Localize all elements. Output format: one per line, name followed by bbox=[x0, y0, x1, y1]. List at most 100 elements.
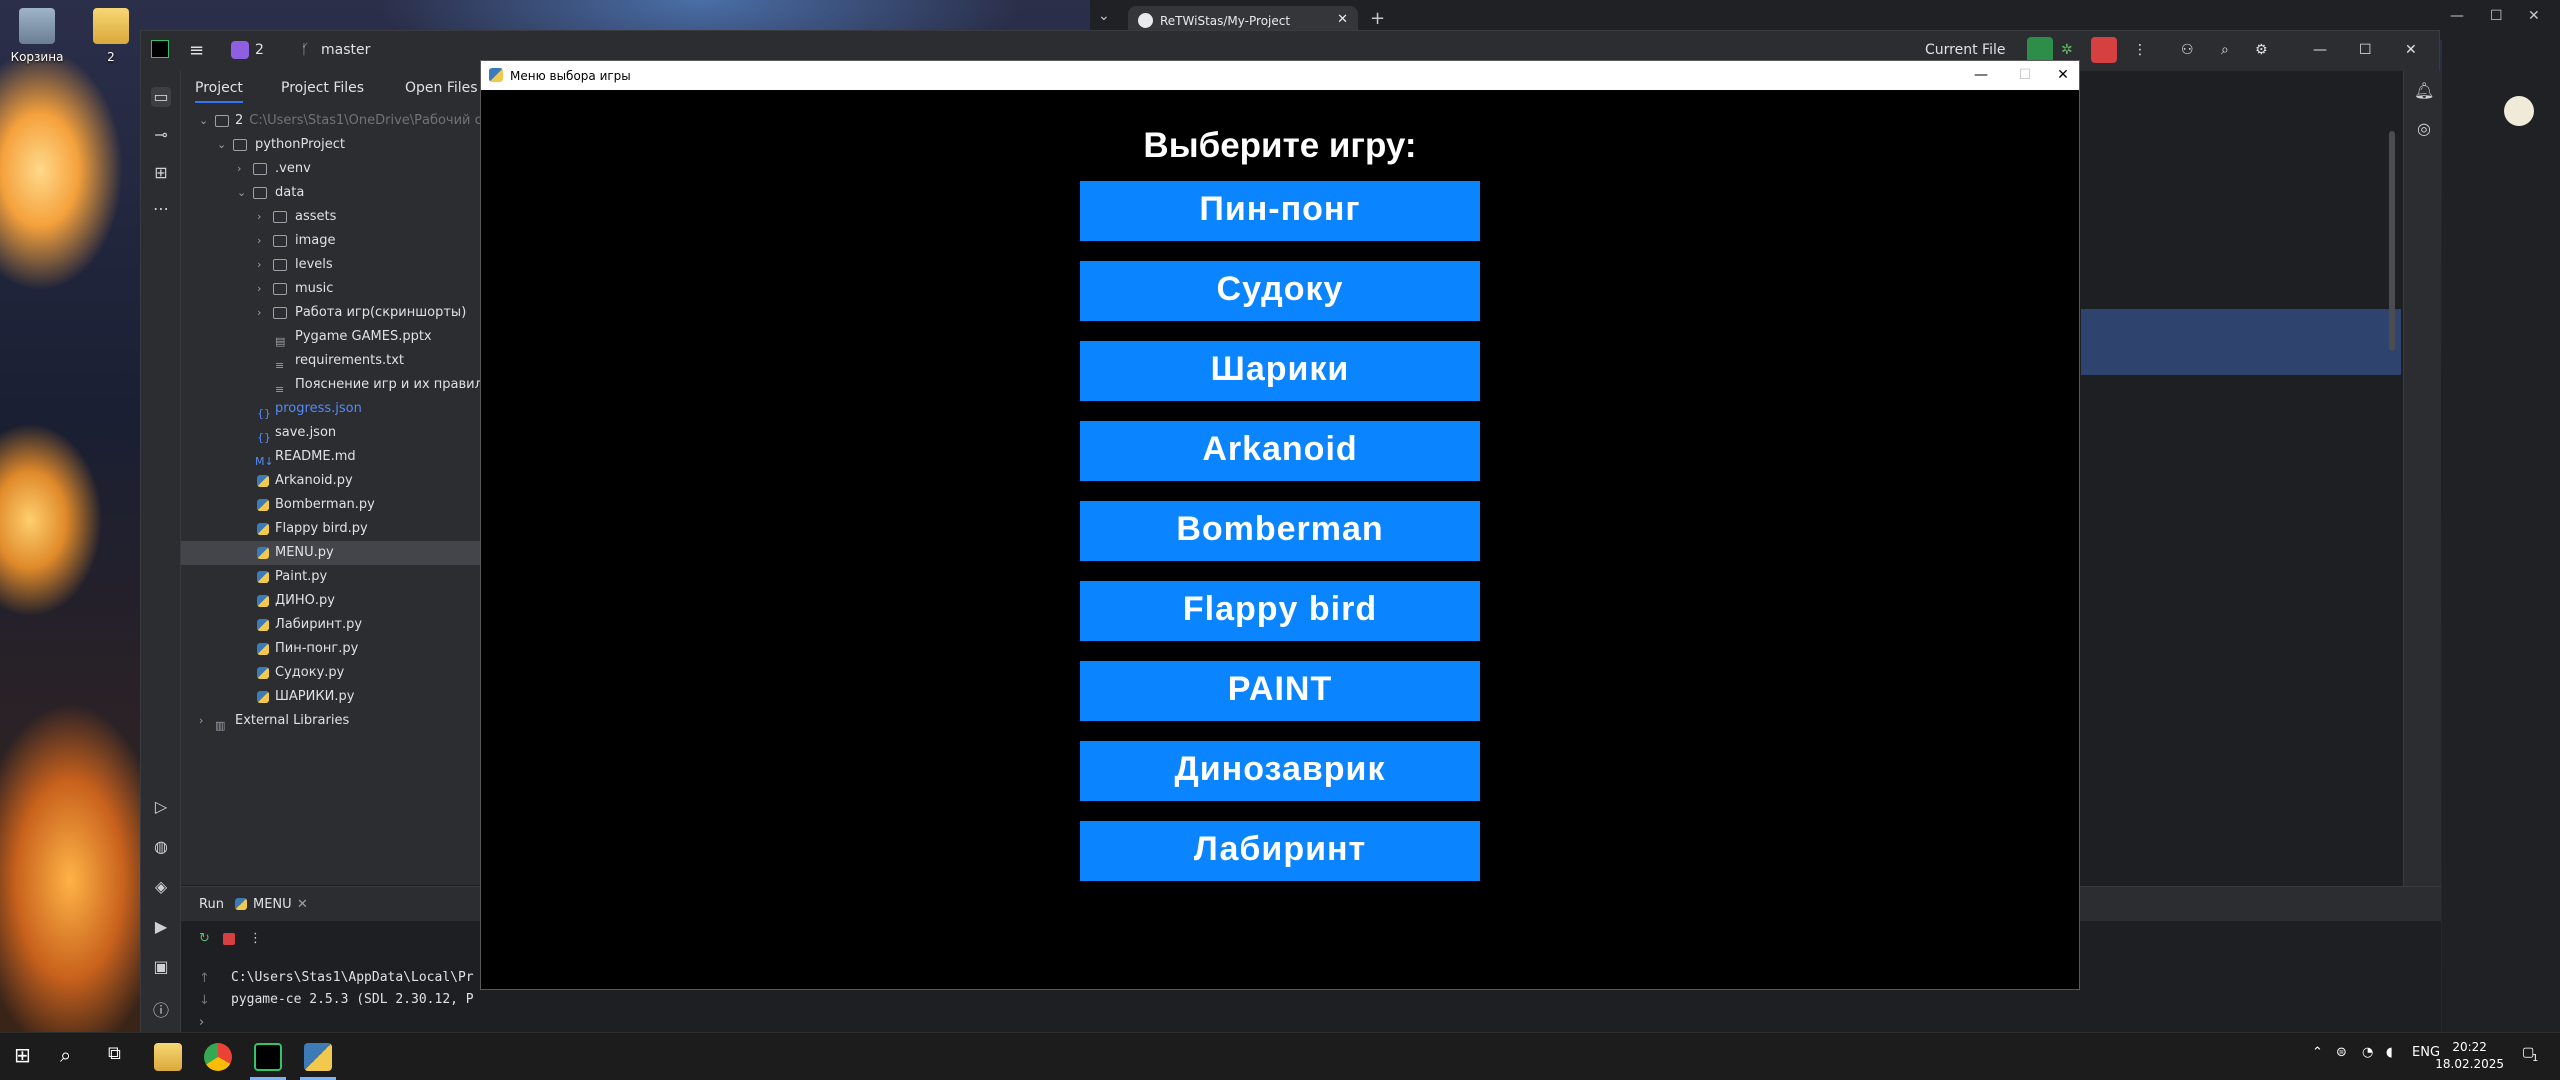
game-button-balls[interactable]: Шарики bbox=[1080, 341, 1480, 401]
structure-icon[interactable]: ⊞ bbox=[151, 163, 171, 183]
editor-scrollbar[interactable] bbox=[2389, 131, 2395, 351]
notifications-icon[interactable]: 🔔︎ bbox=[2414, 81, 2434, 101]
game-button-bomberman[interactable]: Bomberman bbox=[1080, 501, 1480, 561]
desktop-icon-recycle-bin[interactable]: Корзина bbox=[2, 8, 72, 64]
volume-icon[interactable]: ◖ bbox=[2386, 1045, 2393, 1060]
chevron-right-icon[interactable]: › bbox=[257, 253, 269, 277]
close-tab-icon[interactable]: ✕ bbox=[1337, 12, 1348, 27]
search-icon[interactable]: ⌕ bbox=[60, 1043, 71, 1067]
python-icon[interactable] bbox=[304, 1043, 332, 1071]
file-explorer-icon[interactable] bbox=[154, 1043, 182, 1071]
ide-close-icon[interactable]: ✕ bbox=[2405, 42, 2417, 58]
tree-path: C:\Users\Stas1\OneDrive\Рабочий ст bbox=[249, 113, 490, 128]
chevron-right-icon[interactable]: › bbox=[257, 205, 269, 229]
tree-label: music bbox=[295, 281, 334, 296]
scroll-down-icon[interactable]: ↓ bbox=[199, 993, 210, 1008]
browser-side-area bbox=[2442, 40, 2560, 1032]
main-menu-icon[interactable]: ≡ bbox=[189, 40, 204, 61]
scroll-up-icon[interactable]: ↑ bbox=[199, 971, 210, 986]
tree-label: image bbox=[295, 233, 336, 248]
chrome-icon[interactable] bbox=[204, 1043, 232, 1071]
services-icon[interactable]: ▶ bbox=[151, 917, 171, 937]
task-view-icon[interactable]: ⧉ bbox=[108, 1043, 121, 1064]
problems-icon[interactable]: ⓘ bbox=[151, 997, 171, 1020]
close-icon[interactable]: ✕ bbox=[2528, 8, 2540, 24]
tree-label: assets bbox=[295, 209, 337, 224]
folder-icon bbox=[93, 8, 129, 44]
pycharm-logo-icon bbox=[151, 40, 169, 58]
folder-icon bbox=[273, 283, 287, 295]
python-file-icon bbox=[257, 499, 269, 511]
more-icon[interactable]: ⋮ bbox=[2133, 42, 2147, 58]
desktop-icon-folder[interactable]: 2 bbox=[76, 8, 146, 64]
run-tool-icon[interactable]: ▷ bbox=[151, 797, 171, 817]
search-icon[interactable]: ⌕ bbox=[2221, 42, 2229, 58]
network-icon[interactable]: ⊜ bbox=[2336, 1045, 2347, 1060]
game-button-flappy-bird[interactable]: Flappy bird bbox=[1080, 581, 1480, 641]
tree-label: ШАРИКИ.py bbox=[275, 689, 355, 704]
stop-run-icon[interactable] bbox=[223, 933, 235, 945]
game-button-arkanoid[interactable]: Arkanoid bbox=[1080, 421, 1480, 481]
folder-icon bbox=[233, 139, 247, 151]
chevron-down-icon[interactable]: ⌄ bbox=[217, 133, 229, 157]
chevron-down-icon[interactable]: ⌄ bbox=[237, 181, 249, 205]
taskbar: ⊞ ⌕ ⧉ ⌃ ⊜ ◔ ◖ ENG 20:22 18.02.2025 ▢ 1 bbox=[0, 1032, 2560, 1080]
ai-assistant-icon[interactable]: ◎ bbox=[2414, 119, 2434, 139]
close-tab-icon[interactable]: ✕ bbox=[297, 897, 308, 912]
game-button-dino[interactable]: Динозаврик bbox=[1080, 741, 1480, 801]
project-switcher[interactable]: 2 bbox=[255, 42, 264, 58]
game-menu-window: Меню выбора игры — ☐ ✕ Выберите игру: Пи… bbox=[480, 60, 2080, 990]
project-tool-icon[interactable]: ▭ bbox=[151, 87, 171, 107]
game-button-ping-pong[interactable]: Пин-понг bbox=[1080, 181, 1480, 241]
debug-icon[interactable]: ✲ bbox=[2061, 42, 2073, 58]
tree-label: Лабиринт.py bbox=[275, 617, 363, 632]
folder-icon bbox=[253, 187, 267, 199]
run-config-tab[interactable]: MENU bbox=[253, 897, 292, 912]
rerun-icon[interactable]: ↻ bbox=[199, 931, 210, 946]
tab-search-icon[interactable]: ⌄ bbox=[1098, 8, 1110, 24]
chevron-right-icon[interactable]: › bbox=[237, 157, 249, 181]
layers-icon[interactable]: ◈ bbox=[151, 877, 171, 897]
tray-chevron-up-icon[interactable]: ⌃ bbox=[2312, 1045, 2323, 1060]
chevron-right-icon[interactable]: › bbox=[257, 229, 269, 253]
commit-icon[interactable]: ⊸ bbox=[151, 125, 171, 145]
stop-icon[interactable] bbox=[2091, 37, 2117, 63]
tab-project-files[interactable]: Project Files bbox=[281, 80, 364, 96]
windows-start-icon[interactable]: ⊞ bbox=[14, 1043, 31, 1067]
tab-open-files[interactable]: Open Files bbox=[405, 80, 478, 96]
terminal-icon[interactable]: ▣ bbox=[151, 957, 171, 977]
game-close-icon[interactable]: ✕ bbox=[2048, 65, 2078, 85]
minimize-icon[interactable]: — bbox=[2450, 8, 2464, 24]
pycharm-icon[interactable] bbox=[254, 1043, 282, 1071]
chevron-right-icon[interactable]: › bbox=[199, 1015, 204, 1030]
chevron-down-icon[interactable]: ⌄ bbox=[199, 109, 211, 133]
avatar[interactable] bbox=[2504, 96, 2534, 126]
python-file-icon bbox=[257, 691, 269, 703]
settings-gear-icon[interactable]: ⚙ bbox=[2255, 42, 2268, 58]
game-maximize-icon: ☐ bbox=[2018, 67, 2032, 83]
branch-selector[interactable]: master bbox=[321, 42, 370, 58]
chevron-right-icon[interactable]: › bbox=[257, 301, 269, 325]
tab-project[interactable]: Project bbox=[195, 80, 243, 103]
game-minimize-icon[interactable]: — bbox=[1966, 65, 1996, 85]
python-console-icon[interactable]: ◍ bbox=[151, 837, 171, 857]
new-tab-button[interactable]: + bbox=[1370, 8, 1385, 29]
chevron-right-icon[interactable]: › bbox=[257, 277, 269, 301]
game-button-maze[interactable]: Лабиринт bbox=[1080, 821, 1480, 881]
project-icon bbox=[231, 41, 249, 59]
wifi-icon[interactable]: ◔ bbox=[2362, 1045, 2373, 1060]
run-config-selector[interactable]: Current File bbox=[1925, 42, 2005, 58]
console-line: pygame-ce 2.5.3 (SDL 2.30.12, P bbox=[231, 992, 474, 1007]
ide-maximize-icon[interactable]: ☐ bbox=[2359, 42, 2372, 58]
more-icon[interactable]: ⋮ bbox=[249, 931, 262, 946]
chevron-right-icon[interactable]: › bbox=[199, 709, 211, 733]
clock[interactable]: 20:22 18.02.2025 bbox=[2435, 1039, 2504, 1073]
maximize-icon[interactable]: ☐ bbox=[2490, 8, 2503, 24]
add-user-icon[interactable]: ⚇ bbox=[2181, 42, 2194, 58]
game-button-sudoku[interactable]: Судоку bbox=[1080, 261, 1480, 321]
tree-label: Flappy bird.py bbox=[275, 521, 368, 536]
tree-label: Bomberman.py bbox=[275, 497, 375, 512]
more-tools-icon[interactable]: ⋯ bbox=[151, 199, 171, 219]
game-button-paint[interactable]: PAINT bbox=[1080, 661, 1480, 721]
ide-minimize-icon[interactable]: — bbox=[2313, 42, 2327, 58]
